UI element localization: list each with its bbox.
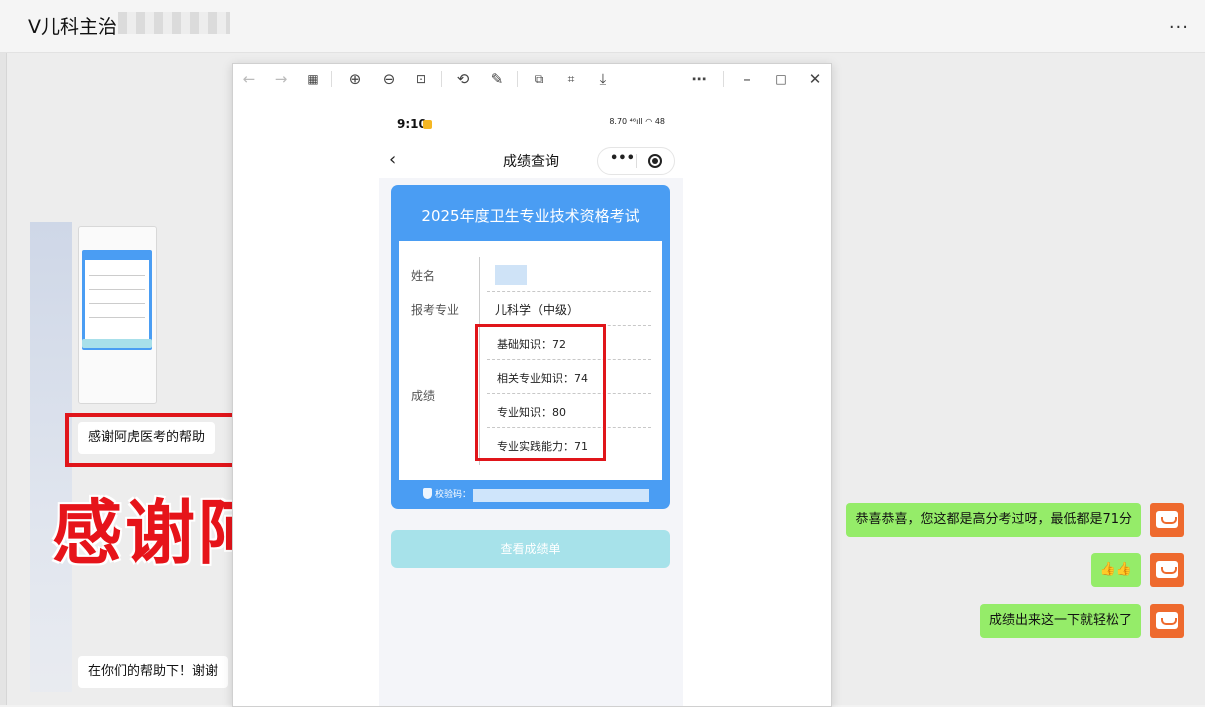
miniapp-capsule: ••• [597, 147, 675, 175]
left-edge [0, 53, 7, 705]
image-message-thumbnail[interactable] [78, 226, 157, 404]
thumbnail-button [82, 339, 152, 348]
scan-icon[interactable]: ⌗ [561, 69, 581, 89]
capsule-divider [636, 154, 637, 168]
verify-code-label: 校验码： [435, 490, 472, 500]
maximize-icon[interactable]: □ [771, 69, 791, 89]
avatar-face-icon [1156, 612, 1178, 629]
arrow-right-icon[interactable]: → [271, 69, 291, 89]
verify-code-row: 校验码： [391, 485, 670, 505]
outgoing-message-relaxed[interactable]: 成绩出来这一下就轻松了 [979, 604, 1141, 638]
rotate-icon[interactable]: ⟲ [453, 69, 473, 89]
zoom-in-icon[interactable]: ⊕ [345, 69, 365, 89]
phone-status-bar: 9:10 8.70 ⁴⁶ıll ◠ 48 [379, 94, 683, 142]
exam-title: 2025年度卫生专业技术资格考试 [421, 207, 640, 225]
major-value: 儿科学（中级） [495, 303, 580, 317]
score-label: 成绩 [411, 389, 436, 403]
thumbnail-line [89, 289, 145, 290]
toolbar-divider [723, 71, 724, 87]
toolbar-divider [331, 71, 332, 87]
capsule-close-icon [648, 154, 662, 168]
thumbnail-line [89, 275, 145, 276]
highlight-box [65, 413, 240, 467]
major-label: 报考专业 [411, 303, 460, 317]
self-avatar[interactable] [1150, 553, 1184, 587]
verify-code-blur [473, 489, 649, 502]
download-icon[interactable]: ⤓ [593, 69, 613, 89]
arrow-left-icon[interactable]: ← [239, 69, 259, 89]
scores-highlight-box [475, 324, 606, 461]
more-button[interactable]: ... [1169, 12, 1189, 33]
outgoing-message-congrats[interactable]: 恭喜恭喜，您这都是高分考过呀，最低都是71分 [846, 503, 1141, 537]
name-value-blur [495, 265, 527, 285]
incoming-message-help[interactable]: 在你们的帮助下！谢谢 [78, 656, 229, 688]
copy-icon[interactable]: ⧉ [529, 69, 549, 89]
row-separator [487, 291, 651, 292]
zoom-out-icon[interactable]: ⊖ [379, 69, 399, 89]
edit-icon[interactable]: ✎ [487, 69, 507, 89]
status-indicators: 8.70 ⁴⁶ıll ◠ 48 [609, 117, 665, 126]
toolbar-divider [517, 71, 518, 87]
self-avatar[interactable] [1150, 503, 1184, 537]
name-label: 姓名 [411, 269, 436, 283]
self-avatar[interactable] [1150, 604, 1184, 638]
thumbnail-line [89, 317, 145, 318]
outgoing-message-thumbs[interactable]: 👍👍 [1090, 553, 1141, 587]
view-transcript-button: 查看成绩单 [391, 530, 670, 568]
chat-title: V儿科主治 [28, 16, 117, 38]
notification-icon [423, 120, 432, 129]
fit-icon[interactable]: ⊡ [411, 69, 431, 89]
viewer-toolbar: ← → ▦ ⊕ ⊖ ⊡ ⟲ ✎ ⧉ ⌗ ⤓ ⋯ – □ ✕ [233, 64, 831, 94]
grid-icon[interactable]: ▦ [303, 69, 323, 89]
avatar-face-icon [1156, 561, 1178, 578]
thumbnail-line [89, 303, 145, 304]
avatar-face-icon [1156, 511, 1178, 528]
capsule-more-icon: ••• [610, 151, 635, 166]
shield-icon [423, 488, 432, 499]
close-icon[interactable]: ✕ [805, 69, 825, 89]
minimize-icon[interactable]: – [737, 69, 757, 89]
title-blur [118, 12, 230, 34]
toolbar-divider [441, 71, 442, 87]
chat-header: V儿科主治 ... [0, 0, 1205, 53]
miniapp-nav-bar: ‹ 成绩查询 ••• [379, 142, 683, 178]
more-icon[interactable]: ⋯ [689, 69, 709, 89]
